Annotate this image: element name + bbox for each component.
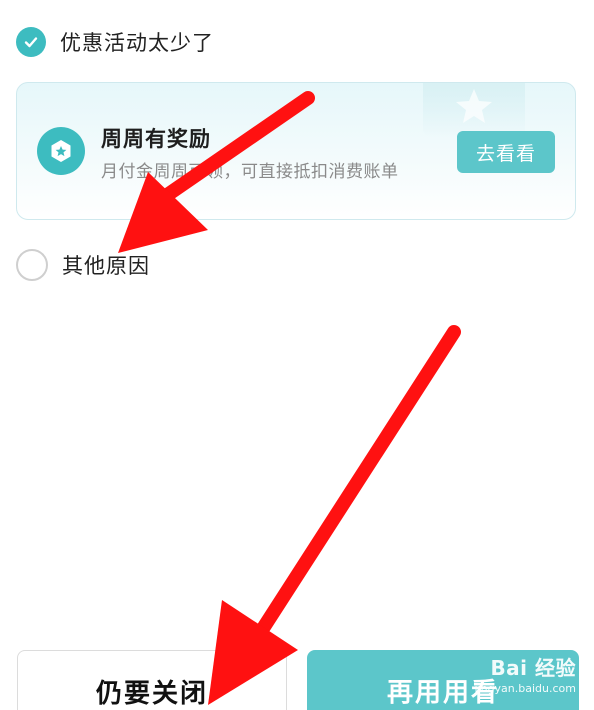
reward-title: 周周有奖励 — [101, 127, 211, 151]
option-few-promotions-label: 优惠活动太少了 — [60, 31, 214, 55]
checkmark-icon — [16, 27, 46, 57]
watermark-url: jingyan.baidu.com — [474, 682, 576, 695]
option-other-reason[interactable]: 其他原因 — [16, 247, 150, 283]
reward-subtitle: 月付金周周可领，可直接抵扣消费账单 — [101, 162, 399, 182]
still-close-button[interactable]: 仍要关闭 — [17, 650, 287, 710]
star-ribbon-decoration — [423, 83, 525, 137]
close-reason-page: 优惠活动太少了 周周有奖励 月付金周周可领，可直接抵扣消费账单 去看看 其他原因… — [0, 0, 594, 710]
reward-badge-icon — [37, 127, 85, 175]
option-few-promotions[interactable]: 优惠活动太少了 — [16, 24, 214, 60]
baidu-jingyan-watermark: Bai 经验 jingyan.baidu.com — [474, 652, 576, 695]
option-other-reason-label: 其他原因 — [62, 254, 150, 278]
reward-card: 周周有奖励 月付金周周可领，可直接抵扣消费账单 去看看 — [16, 82, 576, 220]
radio-unchecked-icon — [16, 249, 48, 281]
watermark-brand: Bai 经验 — [490, 656, 576, 680]
go-look-button[interactable]: 去看看 — [457, 131, 555, 173]
